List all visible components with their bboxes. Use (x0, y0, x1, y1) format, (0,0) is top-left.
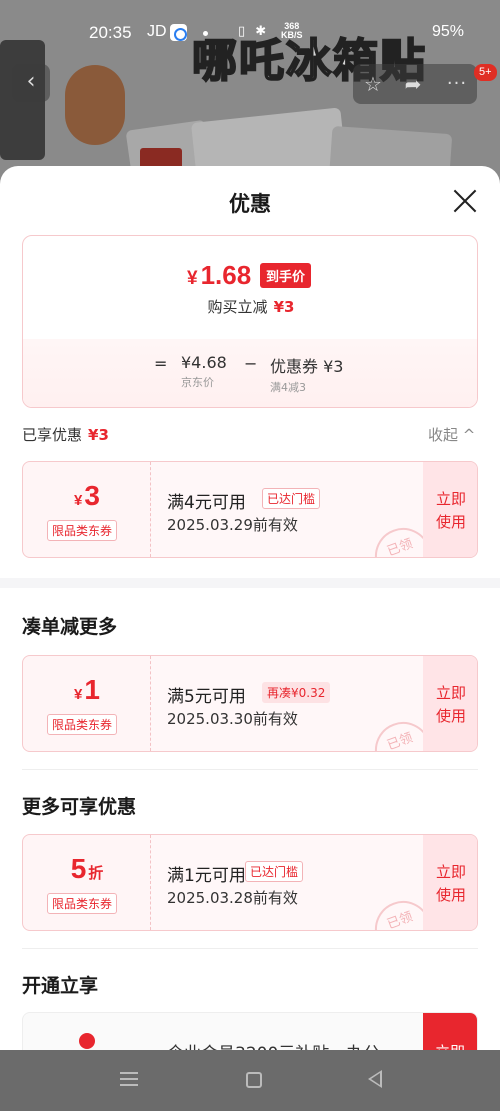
coupon-value: ¥3 (23, 480, 151, 512)
back-triangle-icon[interactable] (368, 1070, 382, 1088)
battery-level: 95% (432, 23, 465, 40)
coupon-amount: 5 (70, 853, 87, 884)
original-price: ¥4.68 京东价 (181, 353, 227, 390)
top-action-group: ☆ ➦ ··· (353, 64, 477, 104)
coupon-threshold-badge: 已达门槛 (245, 861, 304, 882)
coupon-deduction-label: 满4减3 (270, 381, 306, 394)
currency-symbol: ¥ (187, 268, 198, 289)
use-now-label: 立即使用 (435, 684, 466, 725)
close-icon[interactable] (448, 184, 482, 218)
original-price-label: 京东价 (181, 376, 214, 389)
message-badge: 5+ (474, 64, 497, 81)
use-now-button[interactable]: 立即使用 (423, 835, 477, 930)
section-title-more-offers: 更多可享优惠 (22, 796, 137, 818)
coupon-info: 满4元可用 已达门槛 2025.03.29前有效 已领 (151, 462, 439, 557)
instant-discount-label: 购买立减 (207, 298, 268, 316)
enjoyed-label: 已享优惠 (22, 426, 83, 444)
original-price-value: ¥4.68 (181, 353, 227, 372)
coupon-condition: 满5元可用 (167, 687, 246, 707)
collapse-button[interactable]: 收起 ^ (428, 424, 475, 445)
price-breakdown: = ¥4.68 京东价 − 优惠券 ¥3 满4减3 (23, 339, 477, 407)
coupon-currency: ¥ (74, 492, 83, 509)
coupon-deduction: 优惠券 ¥3 满4减3 (270, 353, 343, 395)
home-icon[interactable] (246, 1072, 262, 1088)
coupon-expiry: 2025.03.28前有效 (167, 889, 298, 907)
sticker-image (65, 65, 125, 145)
use-now-button[interactable]: 立即使用 (423, 656, 477, 751)
app-notification-icon (170, 24, 187, 41)
final-price: ¥1.68 (187, 260, 251, 291)
system-nav-bar (0, 1050, 500, 1111)
coupon-value: 5折 (23, 853, 151, 885)
coupon-expiry: 2025.03.29前有效 (167, 516, 298, 534)
coupon-condition: 满1元可用 (167, 866, 246, 886)
member-offer-card: 企业会员3200元补贴，办公 立即 (22, 1012, 478, 1050)
coupon-condition: 满4元可用 (167, 493, 246, 513)
use-now-button[interactable]: 立即使用 (423, 462, 477, 557)
coupon-currency: ¥ (74, 686, 83, 703)
star-icon[interactable]: ☆ (361, 72, 385, 96)
coupon-type: 限品类东券 (47, 520, 118, 541)
more-icon[interactable]: ··· (445, 72, 469, 96)
coupon-value: ¥1 (23, 674, 151, 706)
coupon-threshold-badge: 已达门槛 (262, 488, 321, 509)
coupon-card: 5折 限品类东券 满1元可用 已达门槛 2025.03.28前有效 已领 立即使… (22, 834, 478, 931)
final-price-tag: 到手价 (260, 263, 312, 288)
price-summary-card: ¥1.68 到手价 购买立减 ¥3 = ¥4.68 京东价 − 优惠券 ¥3 满4… (22, 235, 478, 408)
section-title-member: 开通立享 (22, 975, 99, 997)
use-now-label: 立即使用 (435, 863, 466, 904)
enjoyed-amount: ¥3 (88, 426, 109, 444)
coupon-card: ¥1 限品类东券 满5元可用 再凑¥0.32 2025.03.30前有效 已领 … (22, 655, 478, 752)
menu-icon[interactable] (120, 1072, 138, 1086)
coupon-card: ¥3 限品类东券 满4元可用 已达门槛 2025.03.29前有效 已领 立即使… (22, 461, 478, 558)
coupon-unit: 折 (88, 865, 104, 882)
instant-discount-amount: ¥3 (273, 298, 295, 316)
price-summary-top: ¥1.68 到手价 购买立减 ¥3 (23, 236, 477, 339)
coupon-info: 满5元可用 再凑¥0.32 2025.03.30前有效 已领 (151, 656, 439, 751)
chevron-left-icon: ‹ (26, 69, 36, 94)
coupon-value-area: 5折 限品类东券 (23, 835, 151, 930)
coupon-value-area: ¥1 限品类东券 (23, 656, 151, 751)
status-time: 20:35 (89, 23, 132, 42)
section-separator (0, 578, 500, 588)
section-title-more-discount: 凑单减更多 (22, 616, 118, 638)
coupon-type: 限品类东券 (47, 714, 118, 735)
coupon-expiry: 2025.03.30前有效 (167, 710, 298, 728)
minus-sign: − (244, 354, 258, 373)
coupon-value-area: ¥3 限品类东券 (23, 462, 151, 557)
coupon-deduction-value: 优惠券 ¥3 (270, 357, 344, 376)
location-pin-icon (79, 1033, 95, 1049)
share-icon[interactable]: ➦ (401, 72, 425, 96)
member-open-label: 立即 (435, 1041, 465, 1050)
coupon-type: 限品类东券 (47, 893, 118, 914)
sheet-title: 优惠 (229, 192, 271, 216)
discount-sheet: 优惠 ¥1.68 到手价 购买立减 ¥3 = ¥4.68 京东价 − 优惠券 ¥3… (0, 166, 500, 1050)
section-divider (22, 948, 478, 949)
coupon-topup-badge: 再凑¥0.32 (262, 682, 331, 703)
coupon-info: 满1元可用 已达门槛 2025.03.28前有效 已领 (151, 835, 439, 930)
member-offer-text: 企业会员3200元补贴，办公 (167, 1039, 380, 1050)
back-button[interactable]: ‹ (12, 64, 50, 102)
section-divider (22, 769, 478, 770)
status-carrier: JD (147, 23, 167, 40)
use-now-label: 立即使用 (435, 490, 466, 531)
equals-sign: = (154, 354, 168, 373)
instant-discount-line: 购买立减 ¥3 (23, 296, 477, 317)
coupon-amount: 1 (84, 674, 100, 705)
coupon-amount: 3 (84, 480, 100, 511)
enjoyed-discount: 已享优惠 ¥3 (22, 424, 109, 445)
final-price-value: 1.68 (200, 260, 252, 290)
member-open-button[interactable]: 立即 (423, 1013, 477, 1050)
